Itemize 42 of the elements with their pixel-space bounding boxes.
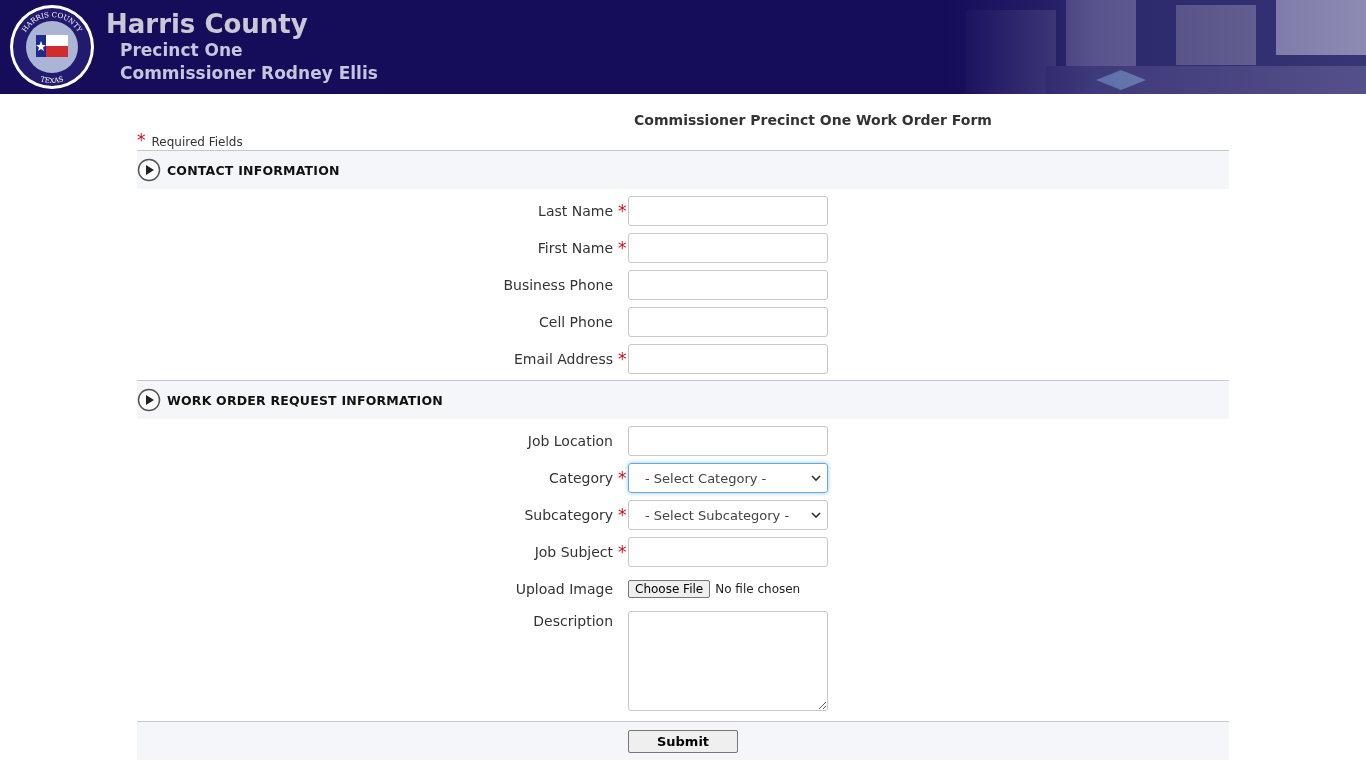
site-title: Harris County xyxy=(106,9,309,39)
required-mark: * xyxy=(617,542,627,562)
submit-button[interactable]: Submit xyxy=(628,729,738,753)
text-field[interactable] xyxy=(628,270,828,300)
field-label: First Name xyxy=(536,240,613,256)
field-label: Job Subject xyxy=(533,544,613,560)
section-title: CONTACT INFORMATION xyxy=(167,162,340,178)
field-label: Subcategory xyxy=(523,507,613,523)
dropdown[interactable]: - Select Category - xyxy=(628,463,828,493)
field-label: Cell Phone xyxy=(538,314,613,330)
field-label: Description xyxy=(532,612,613,629)
required-mark: * xyxy=(617,201,627,221)
dropdown[interactable]: - Select Subcategory - xyxy=(628,500,828,530)
required-mark: * xyxy=(617,468,627,488)
chevron-down-icon xyxy=(811,474,821,482)
required-mark: * xyxy=(137,130,146,150)
required-note: Required Fields xyxy=(151,135,243,149)
field-label: Business Phone xyxy=(502,277,613,293)
required-mark: * xyxy=(617,505,627,525)
play-icon[interactable] xyxy=(137,158,161,182)
text-field[interactable] xyxy=(628,344,828,374)
section-title: WORK ORDER REQUEST INFORMATION xyxy=(167,392,443,408)
text-field[interactable] xyxy=(628,233,828,263)
field-label: Job Location xyxy=(526,433,613,449)
choose-file-button[interactable]: Choose File xyxy=(628,580,711,598)
field-label: Upload Image xyxy=(514,581,613,597)
field-label: Category xyxy=(548,470,613,486)
form-title: Commissioner Precinct One Work Order Form xyxy=(634,112,992,128)
play-icon[interactable] xyxy=(137,388,161,412)
field-label: Email Address xyxy=(512,351,613,367)
required-mark: * xyxy=(617,349,627,369)
required-mark: * xyxy=(617,238,627,258)
chevron-down-icon xyxy=(811,511,821,519)
commissioner-name: Commissioner Rodney Ellis xyxy=(120,62,378,85)
text-field[interactable] xyxy=(628,307,828,337)
file-status: No file chosen xyxy=(715,582,801,596)
text-field[interactable] xyxy=(628,537,828,567)
text-area[interactable] xyxy=(628,611,828,711)
text-field[interactable] xyxy=(628,426,828,456)
site-subtitle: Precinct One xyxy=(120,39,244,62)
text-field[interactable] xyxy=(628,196,828,226)
field-label: Last Name xyxy=(537,203,613,219)
